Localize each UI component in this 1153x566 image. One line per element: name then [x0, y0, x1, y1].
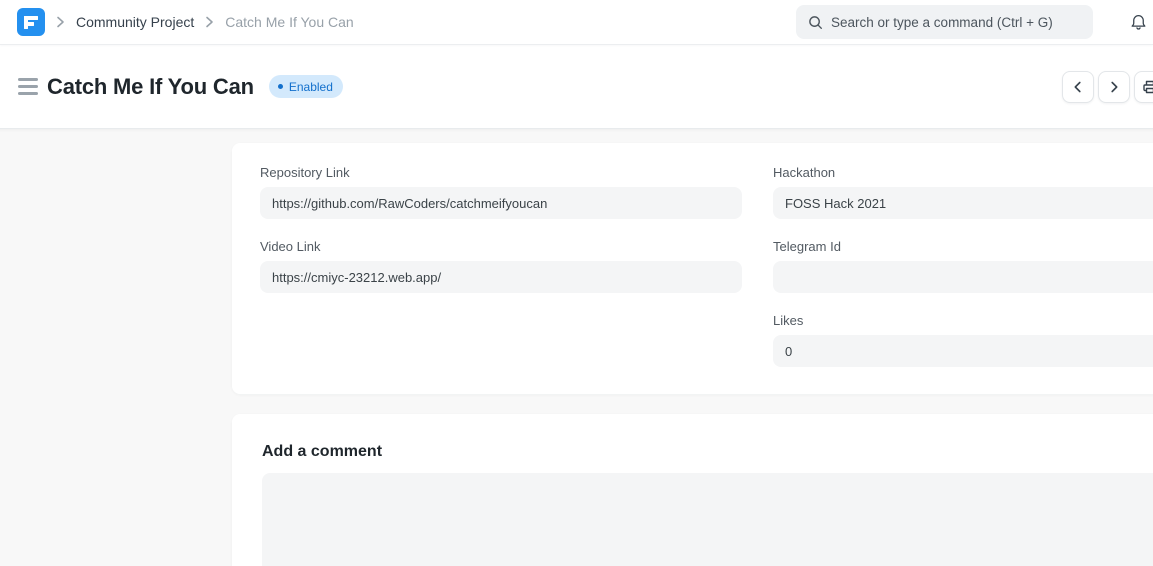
bell-icon — [1129, 12, 1148, 32]
add-comment-heading: Add a comment — [262, 443, 1153, 461]
video-link-label: Video Link — [260, 239, 742, 254]
field-video-link: Video Link — [260, 239, 742, 293]
main-content: Repository Link Video Link Hackathon Tel… — [0, 128, 1153, 566]
repository-link-input[interactable] — [260, 187, 742, 219]
record-nav-actions — [1062, 71, 1153, 103]
field-repository-link: Repository Link — [260, 165, 742, 219]
navbar-actions — [796, 5, 1150, 39]
breadcrumb-item-current: Catch Me If You Can — [225, 14, 353, 30]
global-search[interactable] — [796, 5, 1093, 39]
hackathon-label: Hackathon — [773, 165, 1153, 180]
form-column-right: Hackathon Telegram Id Likes — [773, 165, 1153, 367]
search-input[interactable] — [831, 15, 1081, 30]
chevron-right-icon — [56, 15, 65, 29]
status-badge-label: Enabled — [289, 80, 333, 94]
likes-input[interactable] — [773, 335, 1153, 367]
print-button[interactable] — [1134, 71, 1153, 103]
chevron-left-icon — [1071, 80, 1085, 94]
chevron-right-icon — [205, 15, 214, 29]
breadcrumb: Community Project Catch Me If You Can — [17, 8, 354, 36]
breadcrumb-item-community-project[interactable]: Community Project — [76, 14, 194, 30]
form-column-left: Repository Link Video Link — [260, 165, 742, 367]
previous-record-button[interactable] — [1062, 71, 1094, 103]
next-record-button[interactable] — [1098, 71, 1130, 103]
likes-label: Likes — [773, 313, 1153, 328]
status-badge: Enabled — [269, 75, 343, 98]
field-hackathon: Hackathon — [773, 165, 1153, 219]
chevron-right-icon — [1107, 80, 1121, 94]
field-telegram-id: Telegram Id — [773, 239, 1153, 293]
app-logo-icon[interactable] — [17, 8, 45, 36]
video-link-input[interactable] — [260, 261, 742, 293]
page-title: Catch Me If You Can — [47, 74, 254, 100]
search-icon — [808, 15, 823, 30]
comments-card: Add a comment — [232, 414, 1153, 566]
app-window: Community Project Catch Me If You Can Ca… — [0, 0, 1153, 566]
comment-input[interactable] — [262, 473, 1153, 566]
notifications-button[interactable] — [1126, 10, 1150, 34]
telegram-id-input[interactable] — [773, 261, 1153, 293]
page-header: Catch Me If You Can Enabled — [0, 45, 1153, 128]
repository-link-label: Repository Link — [260, 165, 742, 180]
printer-icon — [1142, 79, 1153, 95]
telegram-id-label: Telegram Id — [773, 239, 1153, 254]
details-card: Repository Link Video Link Hackathon Tel… — [232, 143, 1153, 394]
menu-icon[interactable] — [18, 74, 38, 98]
navbar: Community Project Catch Me If You Can — [0, 0, 1153, 45]
status-dot-icon — [278, 84, 283, 89]
field-likes: Likes — [773, 313, 1153, 367]
hackathon-input[interactable] — [773, 187, 1153, 219]
